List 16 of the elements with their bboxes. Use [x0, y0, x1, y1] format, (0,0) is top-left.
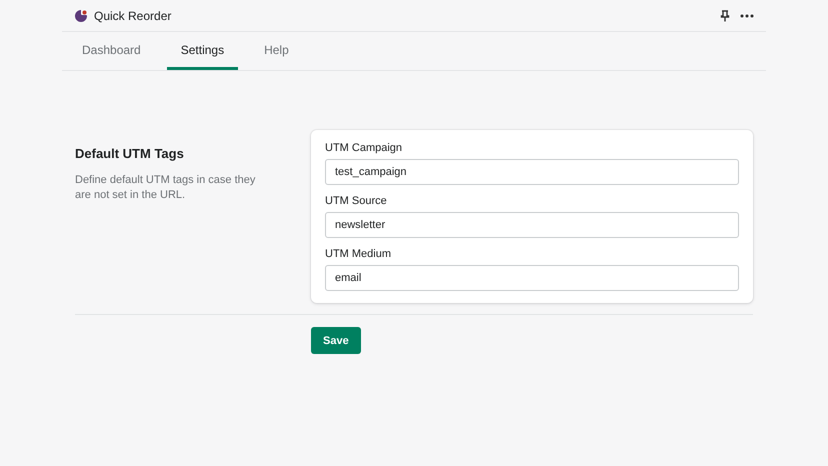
more-icon[interactable] [740, 14, 754, 18]
section-description: Define default UTM tags in case they are not set in the URL. [75, 173, 256, 203]
section-title: Default UTM Tags [75, 146, 185, 161]
field-label: UTM Source [325, 195, 388, 207]
field-label: UTM Medium [325, 248, 392, 260]
input-field[interactable]: newsletter [325, 212, 739, 238]
app-logo-icon [74, 8, 88, 22]
input-field[interactable]: email [325, 265, 739, 291]
tab[interactable]: Settings [166, 32, 238, 70]
tab[interactable]: Dashboard [68, 32, 155, 70]
save-button[interactable]: Save [311, 327, 361, 354]
tab[interactable]: Help [250, 32, 303, 70]
app-title: Quick Reorder [94, 8, 172, 22]
input-field[interactable]: test_campaign [325, 159, 739, 185]
field-label: UTM Campaign [325, 142, 404, 154]
pin-icon[interactable] [720, 10, 730, 22]
